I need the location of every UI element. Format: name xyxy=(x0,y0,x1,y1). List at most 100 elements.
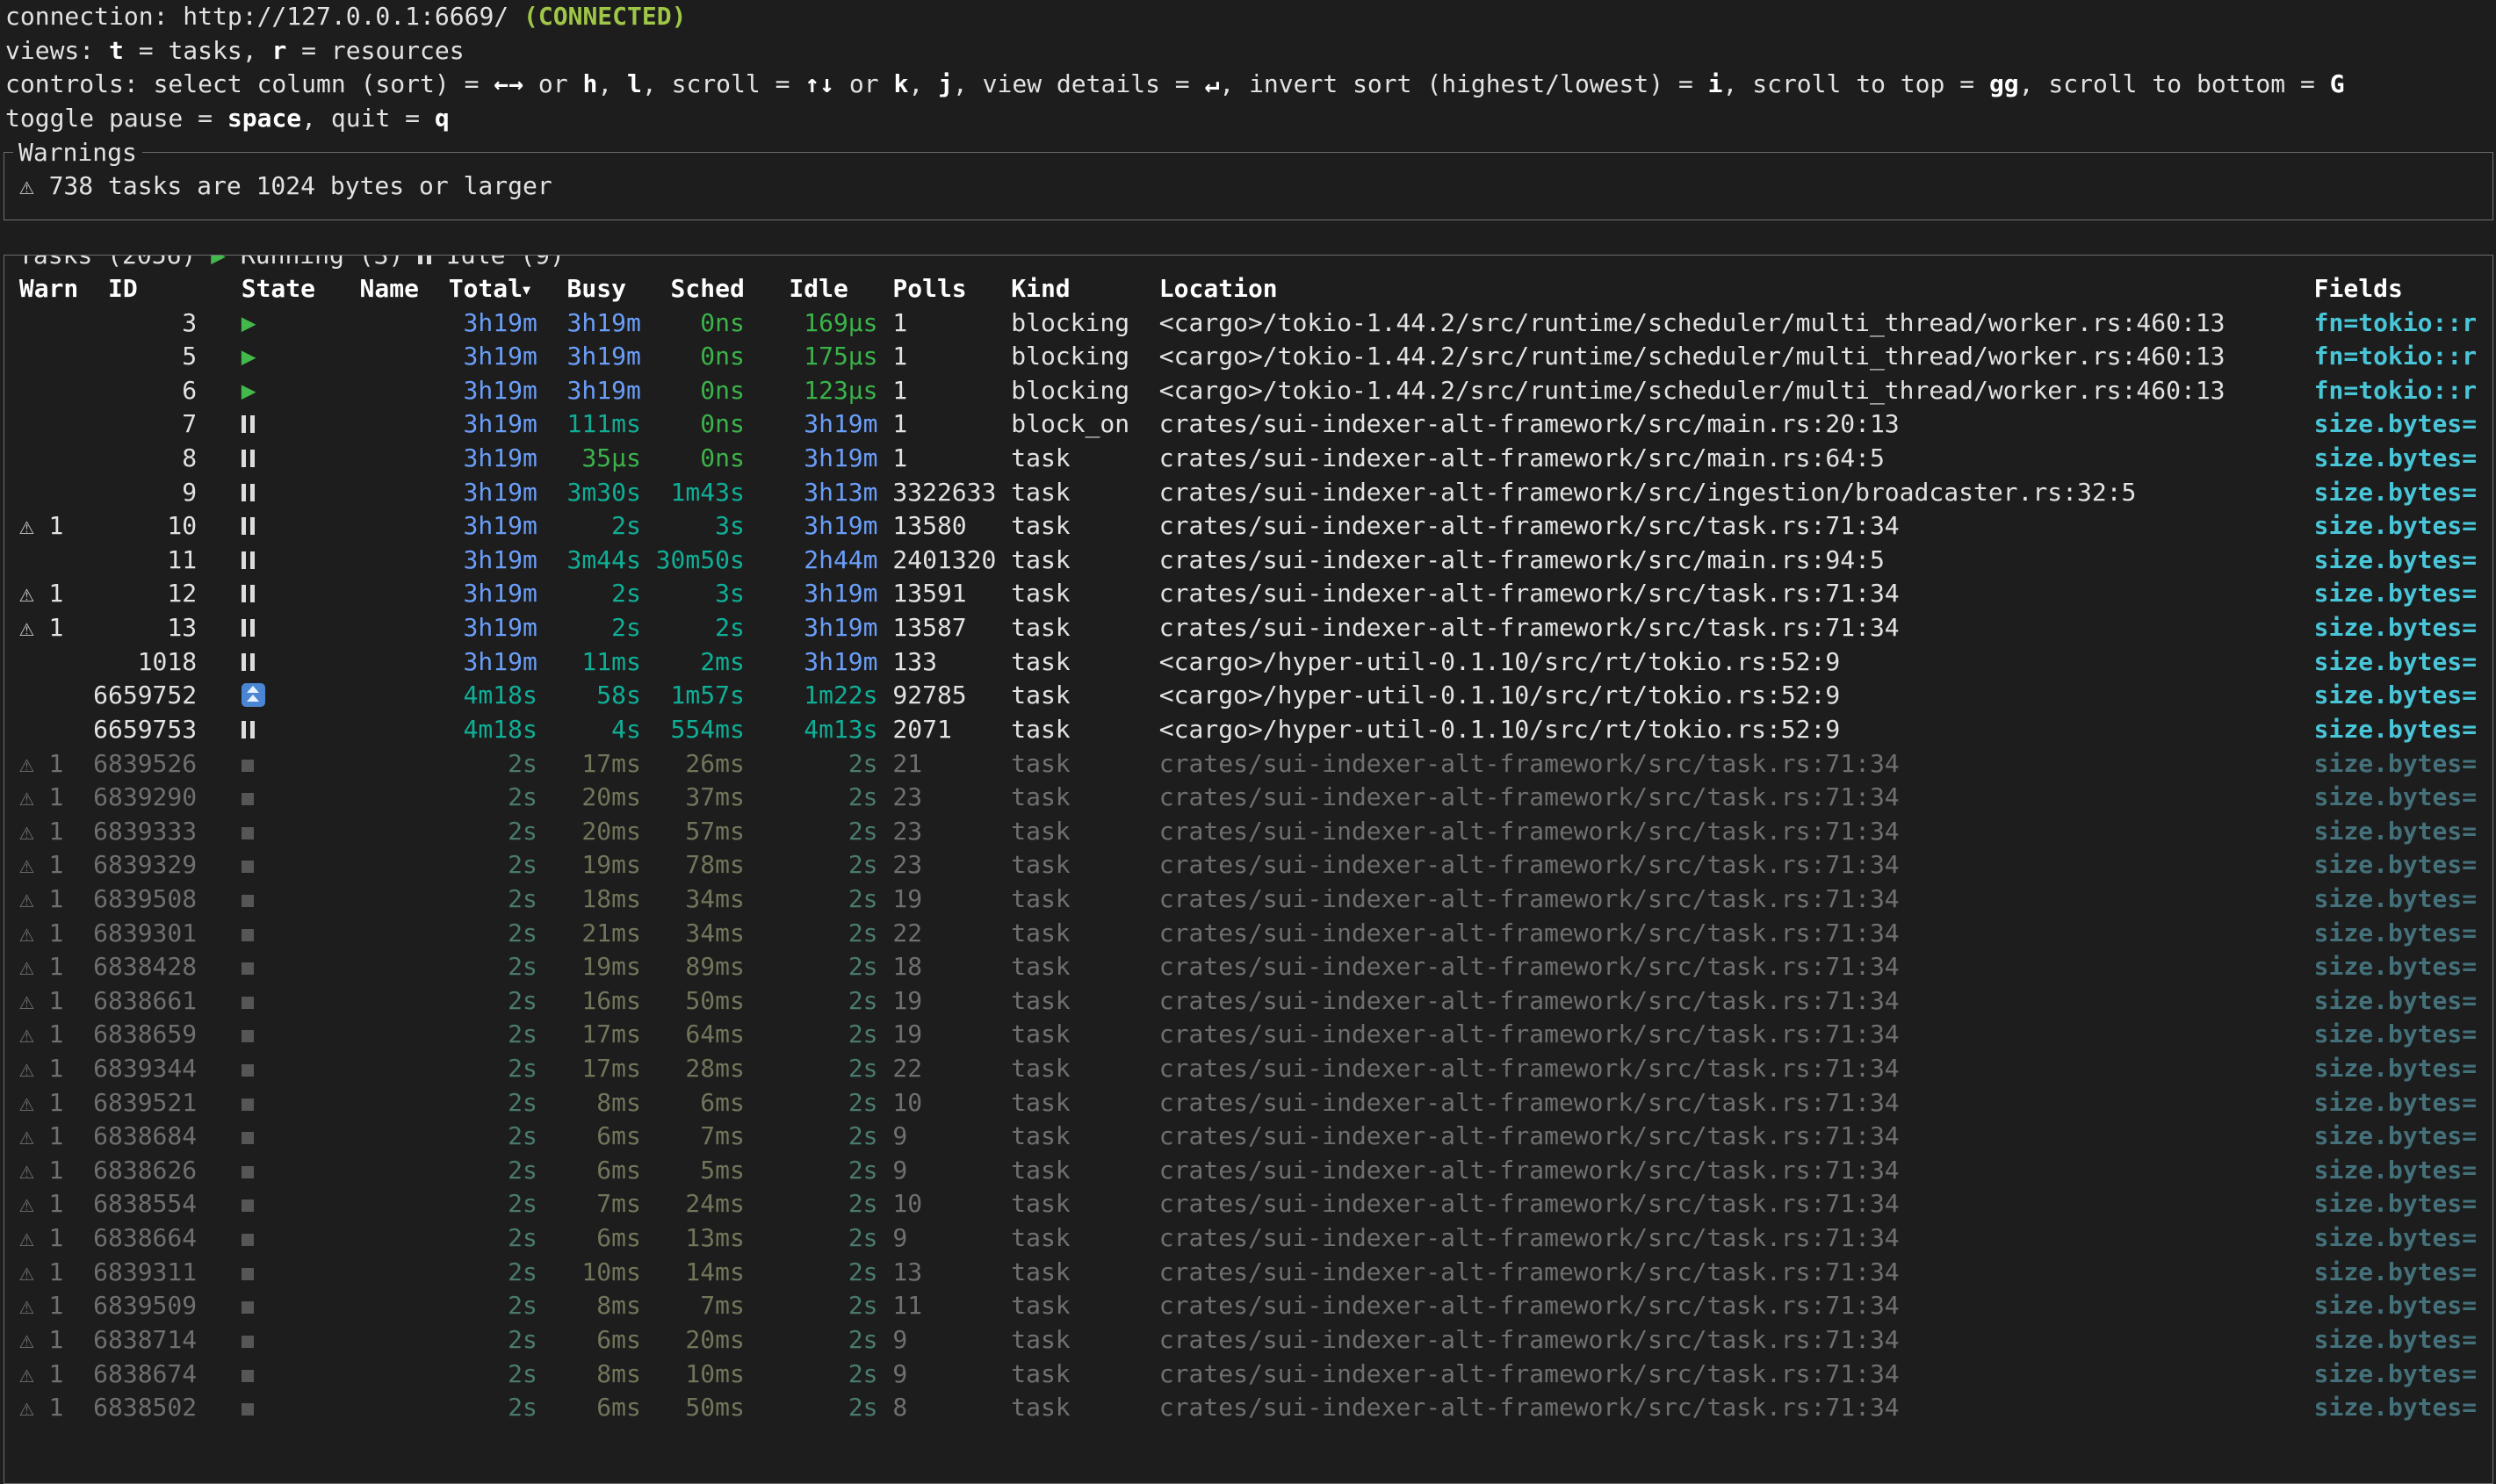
fields-cell: fn=tokio::r xyxy=(2314,340,2492,374)
warning-icon: ⚠ xyxy=(19,613,34,642)
task-row[interactable]: 6▶3h19m3h19m0ns123µs1blocking<cargo>/tok… xyxy=(4,374,2492,408)
stopped-icon xyxy=(242,1336,254,1348)
task-id-cell: 6838664 xyxy=(93,1221,197,1256)
task-row[interactable]: ⚠ 168393292s19ms78ms2s23taskcrates/sui-i… xyxy=(4,848,2492,882)
task-row[interactable]: 93h19m3m30s1m43s3h13m3322633taskcrates/s… xyxy=(4,476,2492,510)
fields-cell: size.bytes= xyxy=(2314,544,2492,578)
warnings-panel-title: Warnings xyxy=(13,136,142,170)
col-busy[interactable]: Busy xyxy=(537,272,641,306)
task-row[interactable]: ⚠ 1123h19m2s3s3h19m13591taskcrates/sui-i… xyxy=(4,577,2492,611)
sched-cell: 28ms xyxy=(641,1052,745,1086)
col-location[interactable]: Location xyxy=(1159,272,2314,306)
task-row[interactable]: 5▶3h19m3h19m0ns175µs1blocking<cargo>/tok… xyxy=(4,340,2492,374)
busy-cell: 19ms xyxy=(537,950,641,984)
location-cell: crates/sui-indexer-alt-framework/src/tas… xyxy=(1159,781,2314,815)
name-cell xyxy=(360,577,449,611)
busy-cell: 20ms xyxy=(537,781,641,815)
task-row[interactable]: ⚠ 168386612s16ms50ms2s19taskcrates/sui-i… xyxy=(4,984,2492,1019)
state-cell xyxy=(197,1358,359,1392)
sched-cell: 3s xyxy=(641,509,745,544)
total-cell: 3h19m xyxy=(449,476,537,510)
task-row[interactable]: ⚠ 168386592s17ms64ms2s19taskcrates/sui-i… xyxy=(4,1018,2492,1052)
running-icon: ▶ xyxy=(242,376,256,405)
polls-cell: 1 xyxy=(878,442,1012,476)
task-id-cell: 6839526 xyxy=(93,747,197,782)
task-row[interactable]: ⚠ 1103h19m2s3s3h19m13580taskcrates/sui-i… xyxy=(4,509,2492,544)
total-cell: 2s xyxy=(449,1391,537,1425)
stopped-icon xyxy=(242,760,254,772)
task-row[interactable]: ⚠ 168395212s8ms6ms2s10taskcrates/sui-ind… xyxy=(4,1086,2492,1120)
task-row[interactable]: ⚠ 168385542s7ms24ms2s10taskcrates/sui-in… xyxy=(4,1187,2492,1221)
col-polls[interactable]: Polls xyxy=(878,272,1012,306)
help-text-segment: r xyxy=(271,36,286,65)
stopped-icon xyxy=(242,895,254,907)
sched-cell: 57ms xyxy=(641,815,745,849)
task-row[interactable]: ⚠ 168387142s6ms20ms2s9taskcrates/sui-ind… xyxy=(4,1323,2492,1358)
task-row[interactable]: ⚠ 168393442s17ms28ms2s22taskcrates/sui-i… xyxy=(4,1052,2492,1086)
warn-cell xyxy=(19,306,93,341)
kind-cell: task xyxy=(1011,1120,1159,1154)
warn-cell: ⚠ 1 xyxy=(19,781,93,815)
name-cell xyxy=(360,509,449,544)
task-row[interactable]: ⚠ 168385022s6ms50ms2s8taskcrates/sui-ind… xyxy=(4,1391,2492,1425)
task-row[interactable]: 73h19m111ms0ns3h19m1block_oncrates/sui-i… xyxy=(4,407,2492,442)
task-row[interactable]: 3▶3h19m3h19m0ns169µs1blocking<cargo>/tok… xyxy=(4,306,2492,341)
idle-cell: 2s xyxy=(745,1289,878,1323)
col-name[interactable]: Name xyxy=(360,272,449,306)
task-row[interactable]: 66597524m18s58s1m57s1m22s92785task<cargo… xyxy=(4,679,2492,713)
help-text-segment: , view details = xyxy=(953,69,1205,98)
kind-cell: task xyxy=(1011,1256,1159,1290)
running-icon: ▶ xyxy=(211,255,226,270)
task-row[interactable]: ⚠ 168393112s10ms14ms2s13taskcrates/sui-i… xyxy=(4,1256,2492,1290)
col-fields[interactable]: Fields xyxy=(2314,272,2492,306)
name-cell xyxy=(360,306,449,341)
help-text-segment: or xyxy=(834,69,893,98)
task-row[interactable]: 83h19m35µs0ns3h19m1taskcrates/sui-indexe… xyxy=(4,442,2492,476)
task-id-cell: 11 xyxy=(93,544,197,578)
col-warn[interactable]: Warn xyxy=(19,272,93,306)
warning-message-row: ⚠ 738 tasks are 1024 bytes or larger xyxy=(4,169,2492,204)
task-row[interactable]: ⚠ 168395262s17ms26ms2s21taskcrates/sui-i… xyxy=(4,747,2492,782)
warning-icon: ⚠ xyxy=(19,1156,34,1185)
table-header: Warn ID State Name Total▼ Busy Sched Idl… xyxy=(4,272,2492,306)
task-row[interactable]: ⚠ 168384282s19ms89ms2s18taskcrates/sui-i… xyxy=(4,950,2492,984)
total-cell: 3h19m xyxy=(449,306,537,341)
pause-icon xyxy=(418,255,431,264)
task-row[interactable]: 66597534m18s4s554ms4m13s2071task<cargo>/… xyxy=(4,713,2492,747)
task-id-cell: 6839521 xyxy=(93,1086,197,1120)
busy-cell: 111ms xyxy=(537,407,641,442)
task-row[interactable]: 10183h19m11ms2ms3h19m133task<cargo>/hype… xyxy=(4,645,2492,680)
fields-cell: size.bytes= xyxy=(2314,1358,2492,1392)
task-id-cell: 6839329 xyxy=(93,848,197,882)
task-row[interactable]: ⚠ 168386842s6ms7ms2s9taskcrates/sui-inde… xyxy=(4,1120,2492,1154)
running-count-label: Running (3) xyxy=(241,255,403,270)
task-row[interactable]: ⚠ 168395082s18ms34ms2s19taskcrates/sui-i… xyxy=(4,882,2492,917)
col-id[interactable]: ID xyxy=(93,272,197,306)
task-row[interactable]: ⚠ 168386642s6ms13ms2s9taskcrates/sui-ind… xyxy=(4,1221,2492,1256)
location-cell: crates/sui-indexer-alt-framework/src/mai… xyxy=(1159,544,2314,578)
task-id-cell: 6838428 xyxy=(93,950,197,984)
warn-cell xyxy=(19,407,93,442)
help-text-segment: = tasks, xyxy=(124,36,272,65)
col-sched[interactable]: Sched xyxy=(641,272,745,306)
total-cell: 2s xyxy=(449,1120,537,1154)
location-cell: crates/sui-indexer-alt-framework/src/tas… xyxy=(1159,1221,2314,1256)
col-state[interactable]: State xyxy=(197,272,359,306)
idle-cell: 2s xyxy=(745,984,878,1019)
col-total-sorted[interactable]: Total▼ xyxy=(449,272,537,306)
task-row[interactable]: ⚠ 168386742s8ms10ms2s9taskcrates/sui-ind… xyxy=(4,1358,2492,1392)
task-row[interactable]: ⚠ 168392902s20ms37ms2s23taskcrates/sui-i… xyxy=(4,781,2492,815)
task-row[interactable]: ⚠ 168393012s21ms34ms2s22taskcrates/sui-i… xyxy=(4,917,2492,951)
col-idle[interactable]: Idle xyxy=(745,272,878,306)
task-id-cell: 6839301 xyxy=(93,917,197,951)
task-row[interactable]: ⚠ 168393332s20ms57ms2s23taskcrates/sui-i… xyxy=(4,815,2492,849)
fields-cell: size.bytes= xyxy=(2314,1221,2492,1256)
task-row[interactable]: ⚠ 1133h19m2s2s3h19m13587taskcrates/sui-i… xyxy=(4,611,2492,645)
task-row[interactable]: ⚠ 168395092s8ms7ms2s11taskcrates/sui-ind… xyxy=(4,1289,2492,1323)
busy-cell: 3m30s xyxy=(537,476,641,510)
task-row[interactable]: ⚠ 168386262s6ms5ms2s9taskcrates/sui-inde… xyxy=(4,1154,2492,1188)
help-text-segment: = resources xyxy=(286,36,464,65)
task-id-cell: 6838714 xyxy=(93,1323,197,1358)
task-row[interactable]: 113h19m3m44s30m50s2h44m2401320taskcrates… xyxy=(4,544,2492,578)
col-kind[interactable]: Kind xyxy=(1011,272,1159,306)
